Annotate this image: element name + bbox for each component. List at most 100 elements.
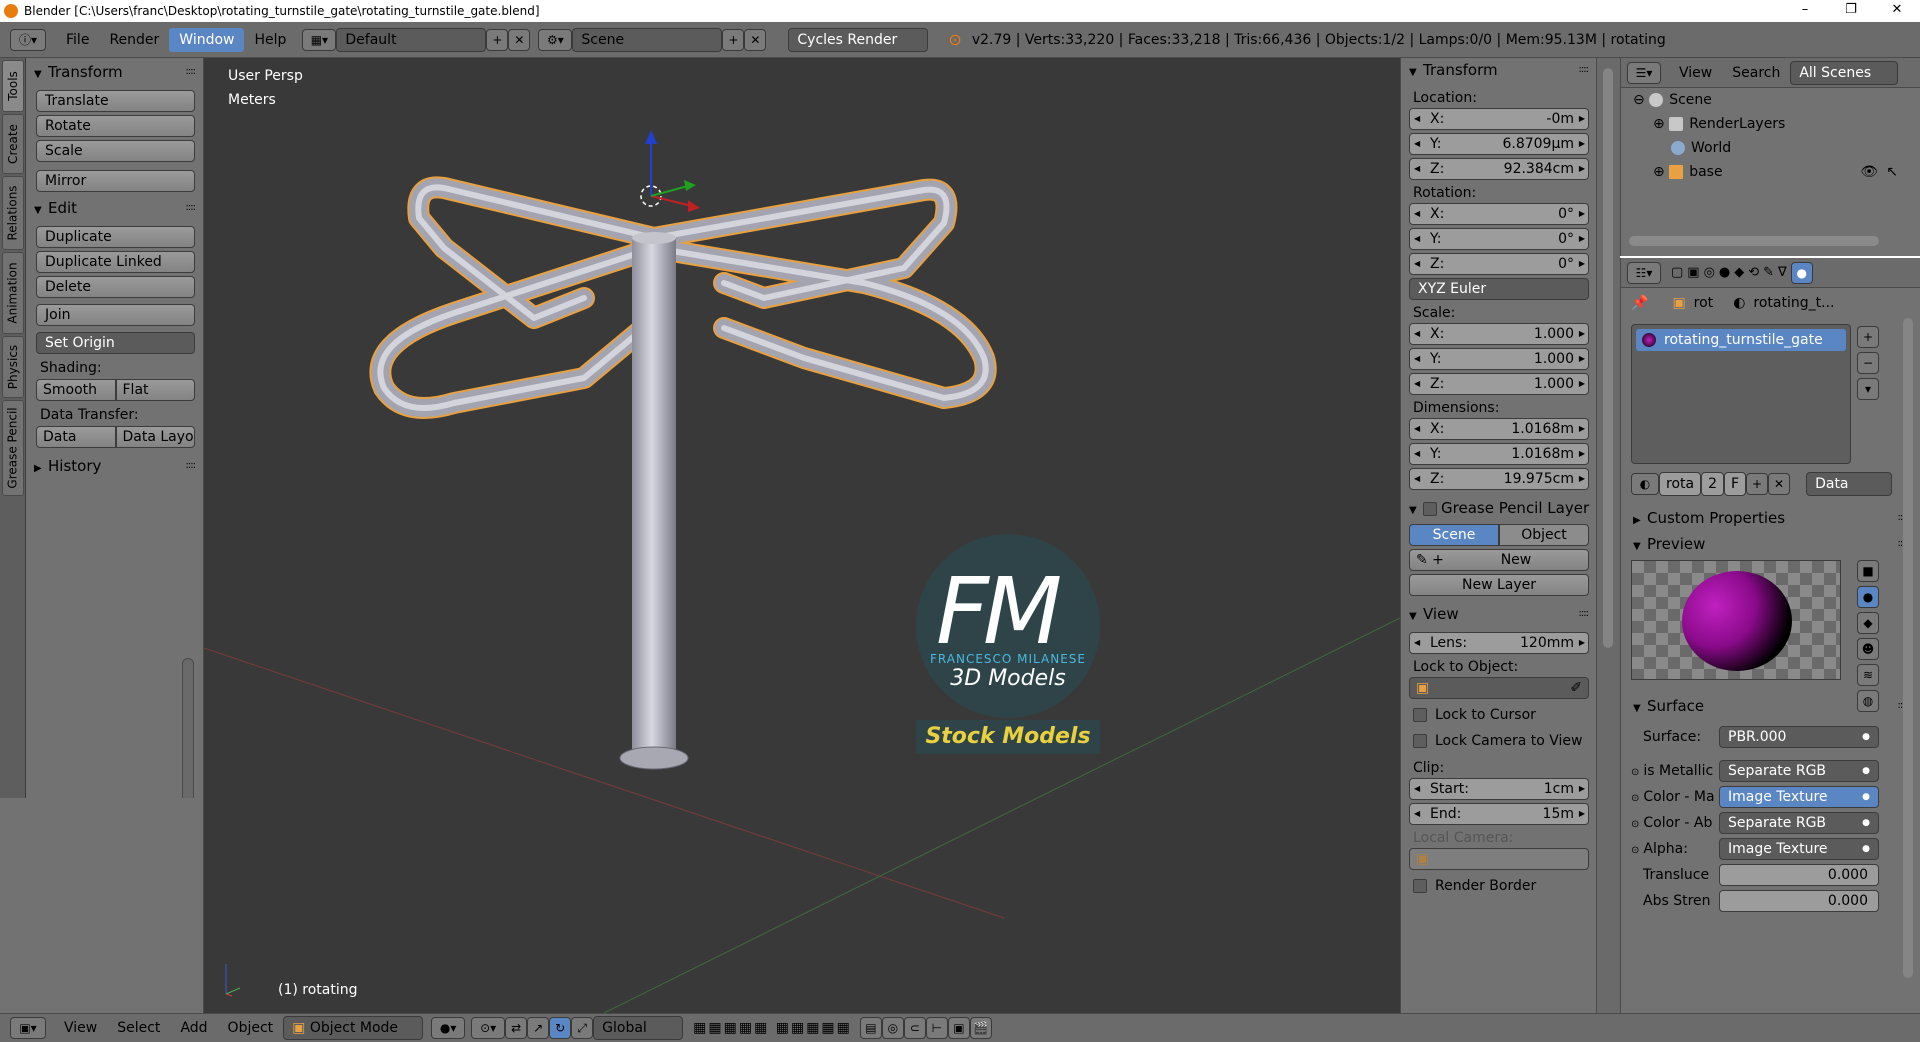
tab-create[interactable]: Create <box>2 114 24 174</box>
fake-user-button[interactable]: F <box>1724 472 1747 496</box>
slot-specials-icon[interactable]: ▾ <box>1857 378 1879 400</box>
remove-screen-icon[interactable]: ✕ <box>508 28 531 51</box>
gp-new-layer-button[interactable]: New Layer <box>1409 574 1589 596</box>
rotation-z-field[interactable]: ◀ Z: 0° ▶ <box>1409 253 1589 275</box>
proportional-edit-icon[interactable]: ◎ <box>881 1017 904 1039</box>
material-tab-icon[interactable]: ● <box>1790 261 1813 284</box>
rotation-x-field[interactable]: ◀ X: 0° ▶ <box>1409 203 1589 225</box>
lock-to-cursor-checkbox[interactable] <box>1413 708 1427 722</box>
rotation-y-field[interactable]: ◀ Y: 0° ▶ <box>1409 228 1589 250</box>
view-panel-header[interactable]: ▼ View:::: <box>1401 602 1596 626</box>
visibility-eye-icon[interactable]: 👁 <box>1860 160 1878 184</box>
gp-scene-tab[interactable]: Scene <box>1409 524 1499 546</box>
mirror-button[interactable]: Mirror <box>36 170 195 192</box>
layer-lock-icon[interactable]: ▤ <box>859 1017 882 1039</box>
clip-end-field[interactable]: ◀ End: 15m ▶ <box>1409 803 1589 825</box>
render-border-checkbox[interactable] <box>1413 879 1427 893</box>
scene-field[interactable]: Scene <box>572 27 723 52</box>
location-x-field[interactable]: ◀ X: -0m ▶ <box>1409 108 1589 130</box>
scene-icon[interactable]: ⚙▾ <box>538 28 573 51</box>
history-panel-header[interactable]: ▶ History:::: <box>26 454 203 478</box>
translucency-field[interactable]: 0.000 <box>1719 864 1879 886</box>
location-z-field[interactable]: ◀ Z: 92.384cm ▶ <box>1409 158 1589 180</box>
tab-relations[interactable]: Relations <box>2 176 24 250</box>
scale-manipulator-icon[interactable]: ⤢ <box>571 1017 594 1039</box>
outliner-filter-select[interactable]: All Scenes <box>1790 60 1899 85</box>
custom-properties-header[interactable]: ▶Custom Properties:::: <box>1625 506 1915 530</box>
smooth-button[interactable]: Smooth <box>36 379 116 401</box>
properties-scrollbar[interactable] <box>1903 318 1913 978</box>
menu-file[interactable]: File <box>56 28 99 52</box>
outliner-item-world[interactable]: World <box>1621 136 1920 160</box>
preview-cube-icon[interactable]: ◆ <box>1857 612 1879 634</box>
preview-flat-icon[interactable]: ■ <box>1857 560 1879 582</box>
surface-shader-select[interactable]: PBR.000 ● <box>1719 726 1879 748</box>
add-scene-icon[interactable]: + <box>722 28 745 51</box>
link-select[interactable]: Data <box>1806 472 1893 496</box>
mode-select[interactable]: ▣ Object Mode <box>283 1016 424 1040</box>
data-layout-button[interactable]: Data Layo <box>115 426 195 448</box>
editor-type-info-icon[interactable]: ⓘ▾ <box>10 28 46 51</box>
scale-x-field[interactable]: ◀ X: 1.000 ▶ <box>1409 323 1589 345</box>
pivot-point-icon[interactable]: ⊙▾ <box>471 1017 506 1039</box>
context-tabs[interactable]: ▢▣◎●◆⟲✎∇ <box>1671 265 1791 280</box>
alpha-select[interactable]: Image Texture ● <box>1719 838 1879 860</box>
abs-strength-field[interactable]: 0.000 <box>1719 890 1879 912</box>
translate-manipulator-icon[interactable]: ↗ <box>527 1017 550 1039</box>
color-ab-select[interactable]: Separate RGB ● <box>1719 812 1879 834</box>
3d-viewport[interactable]: User Persp Meters (1) rotating FM FRANCE… <box>204 58 1400 1013</box>
remove-slot-icon[interactable]: − <box>1857 352 1879 374</box>
scale-z-field[interactable]: ◀ Z: 1.000 ▶ <box>1409 373 1589 395</box>
npanel-transform-header[interactable]: ▼ Transform:::: <box>1401 58 1596 82</box>
gp-new-button[interactable]: ✎ + New <box>1409 549 1589 571</box>
material-name-field[interactable]: rota <box>1659 472 1702 496</box>
preview-hair-icon[interactable]: ≋ <box>1857 664 1879 686</box>
local-camera-field[interactable]: ▣ <box>1409 848 1589 870</box>
screen-layout-field[interactable]: Default <box>336 27 487 52</box>
new-material-icon[interactable]: + <box>1746 473 1769 495</box>
set-origin-select[interactable]: Set Origin <box>36 332 195 354</box>
dimensions-y-field[interactable]: ◀ Y: 1.0168m ▶ <box>1409 443 1589 465</box>
gp-object-tab[interactable]: Object <box>1499 524 1589 546</box>
material-slot-item[interactable]: rotating_turnstile_gate <box>1636 329 1846 351</box>
npanel-scrollbar[interactable] <box>1603 68 1613 648</box>
transform-panel-header[interactable]: ▼ Transform:::: <box>26 60 203 84</box>
lens-field[interactable]: ◀ Lens: 120mm ▶ <box>1409 632 1589 654</box>
close-button[interactable]: ✕ <box>1874 0 1920 22</box>
translate-button[interactable]: Translate <box>36 90 195 112</box>
outliner-item-scene[interactable]: ⊖ Scene <box>1621 88 1920 112</box>
pin-icon[interactable]: 📌 <box>1631 295 1648 311</box>
lock-camera-option[interactable]: Lock Camera to View <box>1401 728 1596 754</box>
outliner-menu-view[interactable]: View <box>1669 61 1722 85</box>
menu-view[interactable]: View <box>54 1020 107 1036</box>
is-metallic-select[interactable]: Separate RGB ● <box>1719 760 1879 782</box>
menu-select[interactable]: Select <box>107 1020 170 1036</box>
scale-y-field[interactable]: ◀ Y: 1.000 ▶ <box>1409 348 1589 370</box>
data-button[interactable]: Data <box>36 426 116 448</box>
menu-help[interactable]: Help <box>244 28 296 52</box>
add-screen-icon[interactable]: + <box>486 28 509 51</box>
editor-type-3d-icon[interactable]: ▣▾ <box>10 1017 46 1039</box>
unlink-material-icon[interactable]: ✕ <box>1768 473 1791 495</box>
rotate-manipulator-icon[interactable]: ↻ <box>549 1017 572 1039</box>
outliner-hscrollbar[interactable] <box>1629 236 1879 246</box>
tab-tools[interactable]: Tools <box>2 60 24 112</box>
transform-orientation-select[interactable]: Global <box>593 1016 684 1040</box>
viewport-shading-icon[interactable]: ●▾ <box>431 1017 466 1039</box>
lock-to-cursor-option[interactable]: Lock to Cursor <box>1401 702 1596 728</box>
layer-buttons-icon[interactable]: ▦▦▦▦▦ ▦▦▦▦▦ <box>693 1020 852 1036</box>
tab-grease-pencil[interactable]: Grease Pencil <box>2 400 24 496</box>
outliner-editor-icon[interactable]: ☰▾ <box>1627 61 1661 84</box>
outliner-item-renderlayers[interactable]: ⊕ RenderLayers <box>1621 112 1920 136</box>
opengl-render-icon[interactable]: ▣ <box>947 1017 970 1039</box>
browse-material-icon[interactable]: ◐ <box>1631 473 1659 495</box>
render-animation-icon[interactable]: 🎬 <box>969 1017 992 1039</box>
render-engine-select[interactable]: Cycles Render <box>788 27 929 52</box>
menu-object[interactable]: Object <box>218 1020 284 1036</box>
grease-pencil-layer-header[interactable]: ▼ Grease Pencil Layer <box>1401 496 1596 520</box>
snap-element-icon[interactable]: ⊢ <box>925 1017 948 1039</box>
material-users-count[interactable]: 2 <box>1701 472 1725 496</box>
preview-sphere-icon[interactable]: ● <box>1857 586 1879 608</box>
properties-editor-icon[interactable]: ☷▾ <box>1627 261 1661 284</box>
duplicate-button[interactable]: Duplicate <box>36 226 195 248</box>
